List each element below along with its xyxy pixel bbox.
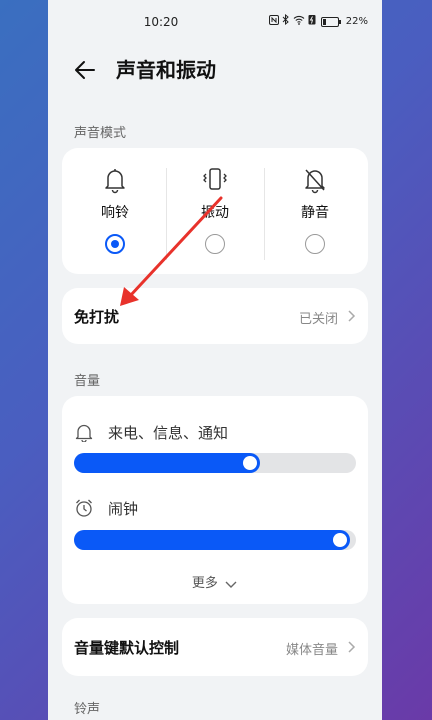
mode-label-ring: 响铃 (101, 205, 129, 221)
slider-thumb[interactable] (333, 533, 348, 547)
status-time: 10:20 (143, 15, 179, 29)
volume-label-ring: 来电、信息、通知 (108, 424, 229, 442)
chevron-down-icon (225, 581, 237, 588)
volume-label-alarm: 闹钟 (108, 500, 139, 518)
sound-mode-card: 响铃 振动 静音 (62, 148, 368, 274)
wifi-icon (293, 15, 305, 29)
mode-label-silent: 静音 (301, 205, 329, 221)
status-icons: 22% (268, 13, 368, 29)
vibrate-icon (203, 168, 227, 190)
alarm-clock-icon (76, 499, 92, 517)
battery-percent: 22% (345, 16, 368, 27)
slider-fill (74, 530, 351, 550)
do-not-disturb-row[interactable]: 免打扰 已关闭 (62, 288, 368, 344)
battery-saver-icon (308, 14, 316, 29)
radio-ring[interactable] (105, 234, 125, 254)
mode-option-ring[interactable]: 响铃 (66, 148, 164, 272)
bell-icon (75, 424, 93, 442)
bell-icon (105, 169, 125, 194)
phone-screen: 10:20 22% 声音和振动 声音模式 响铃 振动 静音 免打扰 已关闭 音量… (48, 0, 382, 720)
volume-key-label: 音量键默认控制 (74, 639, 180, 657)
volume-key-row[interactable]: 音量键默认控制 媒体音量 (62, 618, 368, 676)
do-not-disturb-label: 免打扰 (74, 308, 120, 326)
radio-vibrate[interactable] (205, 234, 225, 254)
volume-slider-ring[interactable] (74, 453, 356, 473)
mode-option-silent[interactable]: 静音 (266, 148, 364, 272)
nfc-icon (268, 14, 279, 29)
page-title: 声音和振动 (116, 58, 216, 82)
section-label-ringtone: 铃声 (74, 702, 101, 717)
more-button[interactable]: 更多 (62, 572, 368, 591)
volume-key-value: 媒体音量 (285, 643, 338, 658)
mode-label-vibrate: 振动 (201, 205, 229, 221)
status-bar: 10:20 22% (48, 0, 382, 46)
volume-card: 来电、信息、通知 闹钟 更多 (62, 396, 368, 604)
mode-option-vibrate[interactable]: 振动 (166, 148, 264, 272)
radio-silent[interactable] (305, 234, 325, 254)
divider (264, 168, 265, 260)
header: 声音和振动 (48, 48, 382, 92)
do-not-disturb-value: 已关闭 (298, 312, 338, 327)
chevron-right-icon (348, 310, 356, 322)
volume-slider-alarm[interactable] (74, 530, 356, 550)
slider-fill (74, 453, 261, 473)
chevron-right-icon (348, 641, 356, 653)
back-arrow-icon[interactable] (72, 56, 100, 84)
slider-thumb[interactable] (243, 456, 258, 470)
bluetooth-icon (282, 13, 290, 29)
section-label-sound-mode: 声音模式 (74, 126, 127, 141)
bell-off-icon (305, 169, 325, 194)
more-label: 更多 (191, 576, 218, 591)
battery-icon (320, 16, 341, 27)
section-label-volume: 音量 (74, 374, 101, 389)
